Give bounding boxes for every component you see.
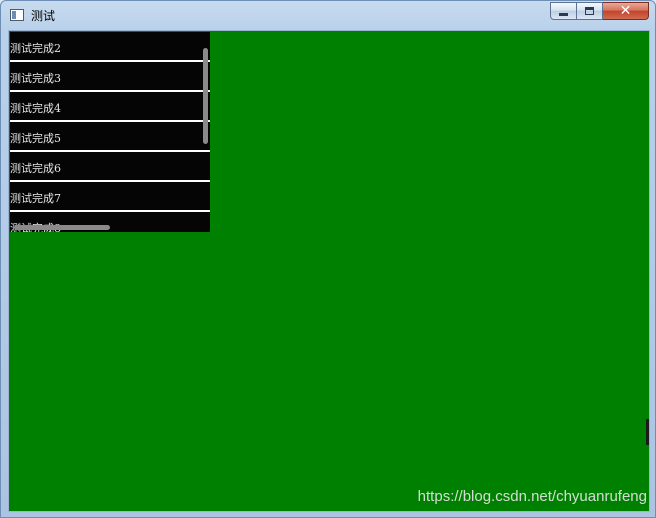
list-item[interactable]: 测试完成2 — [10, 32, 210, 62]
window-title: 测试 — [31, 9, 56, 23]
maximize-button[interactable] — [577, 2, 603, 20]
horizontal-scrollbar-thumb[interactable] — [14, 225, 110, 230]
close-button[interactable]: ✕ — [603, 2, 649, 20]
list-item-label: 测试完成5 — [10, 132, 61, 145]
list-item-label: 测试完成4 — [10, 102, 61, 115]
minimize-icon — [559, 13, 568, 16]
app-window: 测试 ✕ 测试完成2 测试完成3 测试完成4 测试完成5 测试完成6 测试完成7… — [0, 0, 656, 518]
list-item[interactable]: 测试完成4 — [10, 92, 210, 122]
list-item[interactable]: 测试完成6 — [10, 152, 210, 182]
client-area: 测试完成2 测试完成3 测试完成4 测试完成5 测试完成6 测试完成7 测试完成… — [8, 30, 650, 512]
list-item-label: 测试完成7 — [10, 192, 61, 205]
list-item[interactable]: 测试完成3 — [10, 62, 210, 92]
vertical-scrollbar-thumb[interactable] — [203, 48, 208, 144]
item-list[interactable]: 测试完成2 测试完成3 测试完成4 测试完成5 测试完成6 测试完成7 测试完成… — [10, 32, 210, 232]
list-item[interactable]: 测试完成5 — [10, 122, 210, 152]
minimize-button[interactable] — [550, 2, 577, 20]
list-item-label: 测试完成2 — [10, 42, 61, 55]
title-bar[interactable]: 测试 ✕ — [1, 1, 655, 30]
list-item-label: 测试完成6 — [10, 162, 61, 175]
caption-buttons: ✕ — [550, 2, 649, 21]
watermark: https://blog.csdn.net/chyuanrufeng — [417, 488, 647, 505]
close-icon: ✕ — [619, 3, 632, 19]
list-item-label: 测试完成3 — [10, 72, 61, 85]
maximize-icon — [585, 7, 594, 15]
list-item[interactable]: 测试完成7 — [10, 182, 210, 212]
resize-edge-mark — [646, 419, 649, 445]
app-window-icon[interactable] — [10, 9, 24, 21]
